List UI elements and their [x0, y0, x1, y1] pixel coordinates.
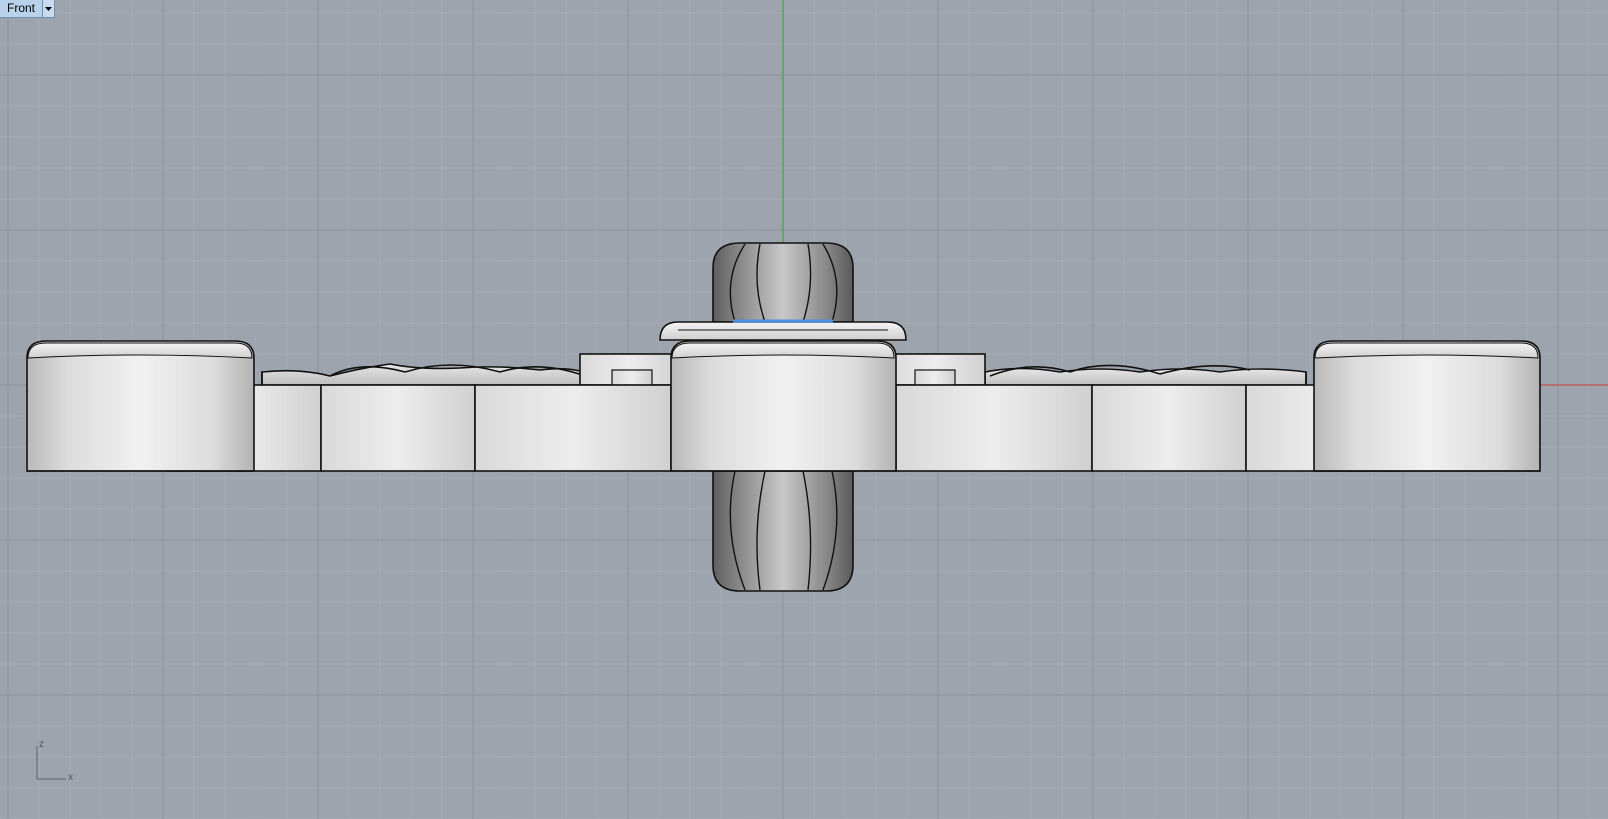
axis-gizmo-z-label: z	[39, 739, 44, 750]
hub-body[interactable]	[670, 340, 897, 472]
viewport-title-tab[interactable]: Front	[0, 0, 56, 18]
arm-segment-5[interactable]	[1091, 384, 1247, 472]
viewport-canvas[interactable]	[0, 0, 1608, 819]
propeller-blade-right[interactable]	[984, 364, 1307, 386]
hub-cap[interactable]	[659, 319, 907, 341]
axis-gizmo: z x	[30, 739, 80, 783]
viewport-name-label[interactable]: Front	[0, 0, 42, 17]
arm-segment-3[interactable]	[474, 384, 672, 472]
wheel-top[interactable]	[712, 242, 854, 323]
hub-bracket-right-inner[interactable]	[914, 369, 956, 386]
arm-segment-2[interactable]	[320, 384, 476, 472]
motor-left[interactable]	[26, 340, 255, 472]
model-geometry[interactable]	[26, 242, 1541, 592]
triangle-down-icon[interactable]	[42, 0, 55, 17]
motor-right[interactable]	[1313, 340, 1541, 472]
axis-gizmo-x-label: x	[68, 772, 73, 783]
arm-segment-4[interactable]	[895, 384, 1093, 472]
propeller-blade-left[interactable]	[261, 363, 591, 386]
hub-bracket-left-inner[interactable]	[611, 369, 653, 386]
front-viewport[interactable]: Front z x	[0, 0, 1608, 819]
wheel-bottom[interactable]	[712, 470, 854, 592]
